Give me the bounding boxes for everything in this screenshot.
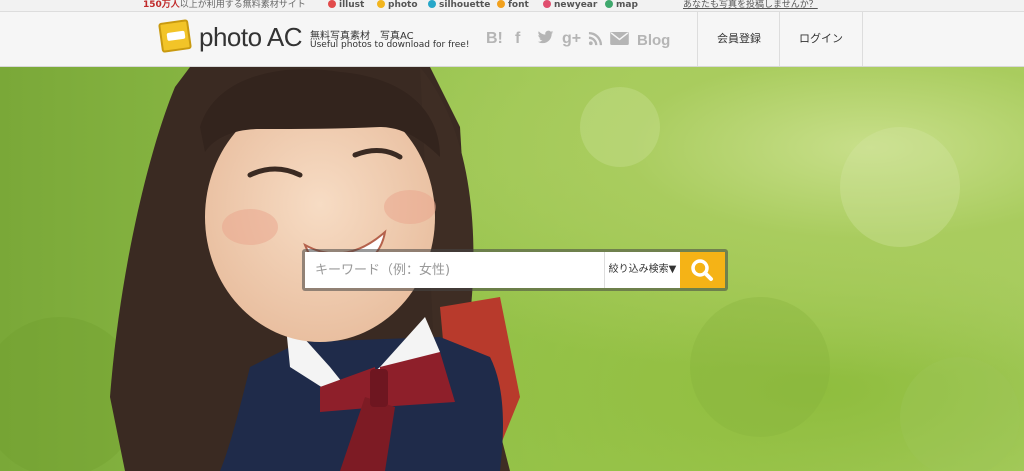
logo-text[interactable]: photo AC — [199, 22, 303, 53]
site-link-illust[interactable]: illust — [328, 0, 364, 11]
google-plus-icon[interactable]: g+ — [562, 30, 581, 48]
search-button[interactable] — [680, 252, 725, 288]
site-link-photo[interactable]: photo — [377, 0, 418, 11]
logo-icon[interactable] — [158, 19, 192, 53]
tagline-en: Useful photos to download for free! — [310, 40, 470, 50]
font-icon — [497, 0, 505, 8]
rss-icon[interactable] — [588, 31, 603, 51]
users-count-text: 150万人以上が利用する無料素材サイト — [143, 0, 306, 10]
top-bar: 150万人以上が利用する無料素材サイト illust photo silhoue… — [0, 0, 1024, 12]
newyear-icon — [543, 0, 551, 8]
hatena-bookmark-icon[interactable]: B! — [486, 30, 503, 48]
mail-icon[interactable] — [610, 32, 629, 50]
site-link-map[interactable]: map — [605, 0, 638, 11]
photo-icon — [377, 0, 385, 8]
silhouette-icon — [428, 0, 436, 8]
site-header: photo AC 無料写真素材 写真AC Useful photos to do… — [0, 12, 1024, 67]
filter-search-dropdown[interactable]: 絞り込み検索▼ — [604, 252, 680, 288]
blog-link[interactable]: Blog — [637, 32, 670, 49]
search-input[interactable] — [305, 252, 604, 288]
map-icon — [605, 0, 613, 8]
search-icon — [691, 259, 713, 281]
login-button[interactable]: ログイン — [779, 12, 863, 66]
register-button[interactable]: 会員登録 — [697, 12, 780, 66]
facebook-icon[interactable]: f — [515, 30, 520, 48]
invite-link[interactable]: あなたも写真を投稿しませんか？ — [683, 0, 818, 11]
site-link-silhouette[interactable]: silhouette — [428, 0, 490, 11]
illust-icon — [328, 0, 336, 8]
site-link-newyear[interactable]: newyear — [543, 0, 597, 11]
site-link-font[interactable]: font — [497, 0, 529, 11]
twitter-icon[interactable] — [537, 30, 554, 50]
